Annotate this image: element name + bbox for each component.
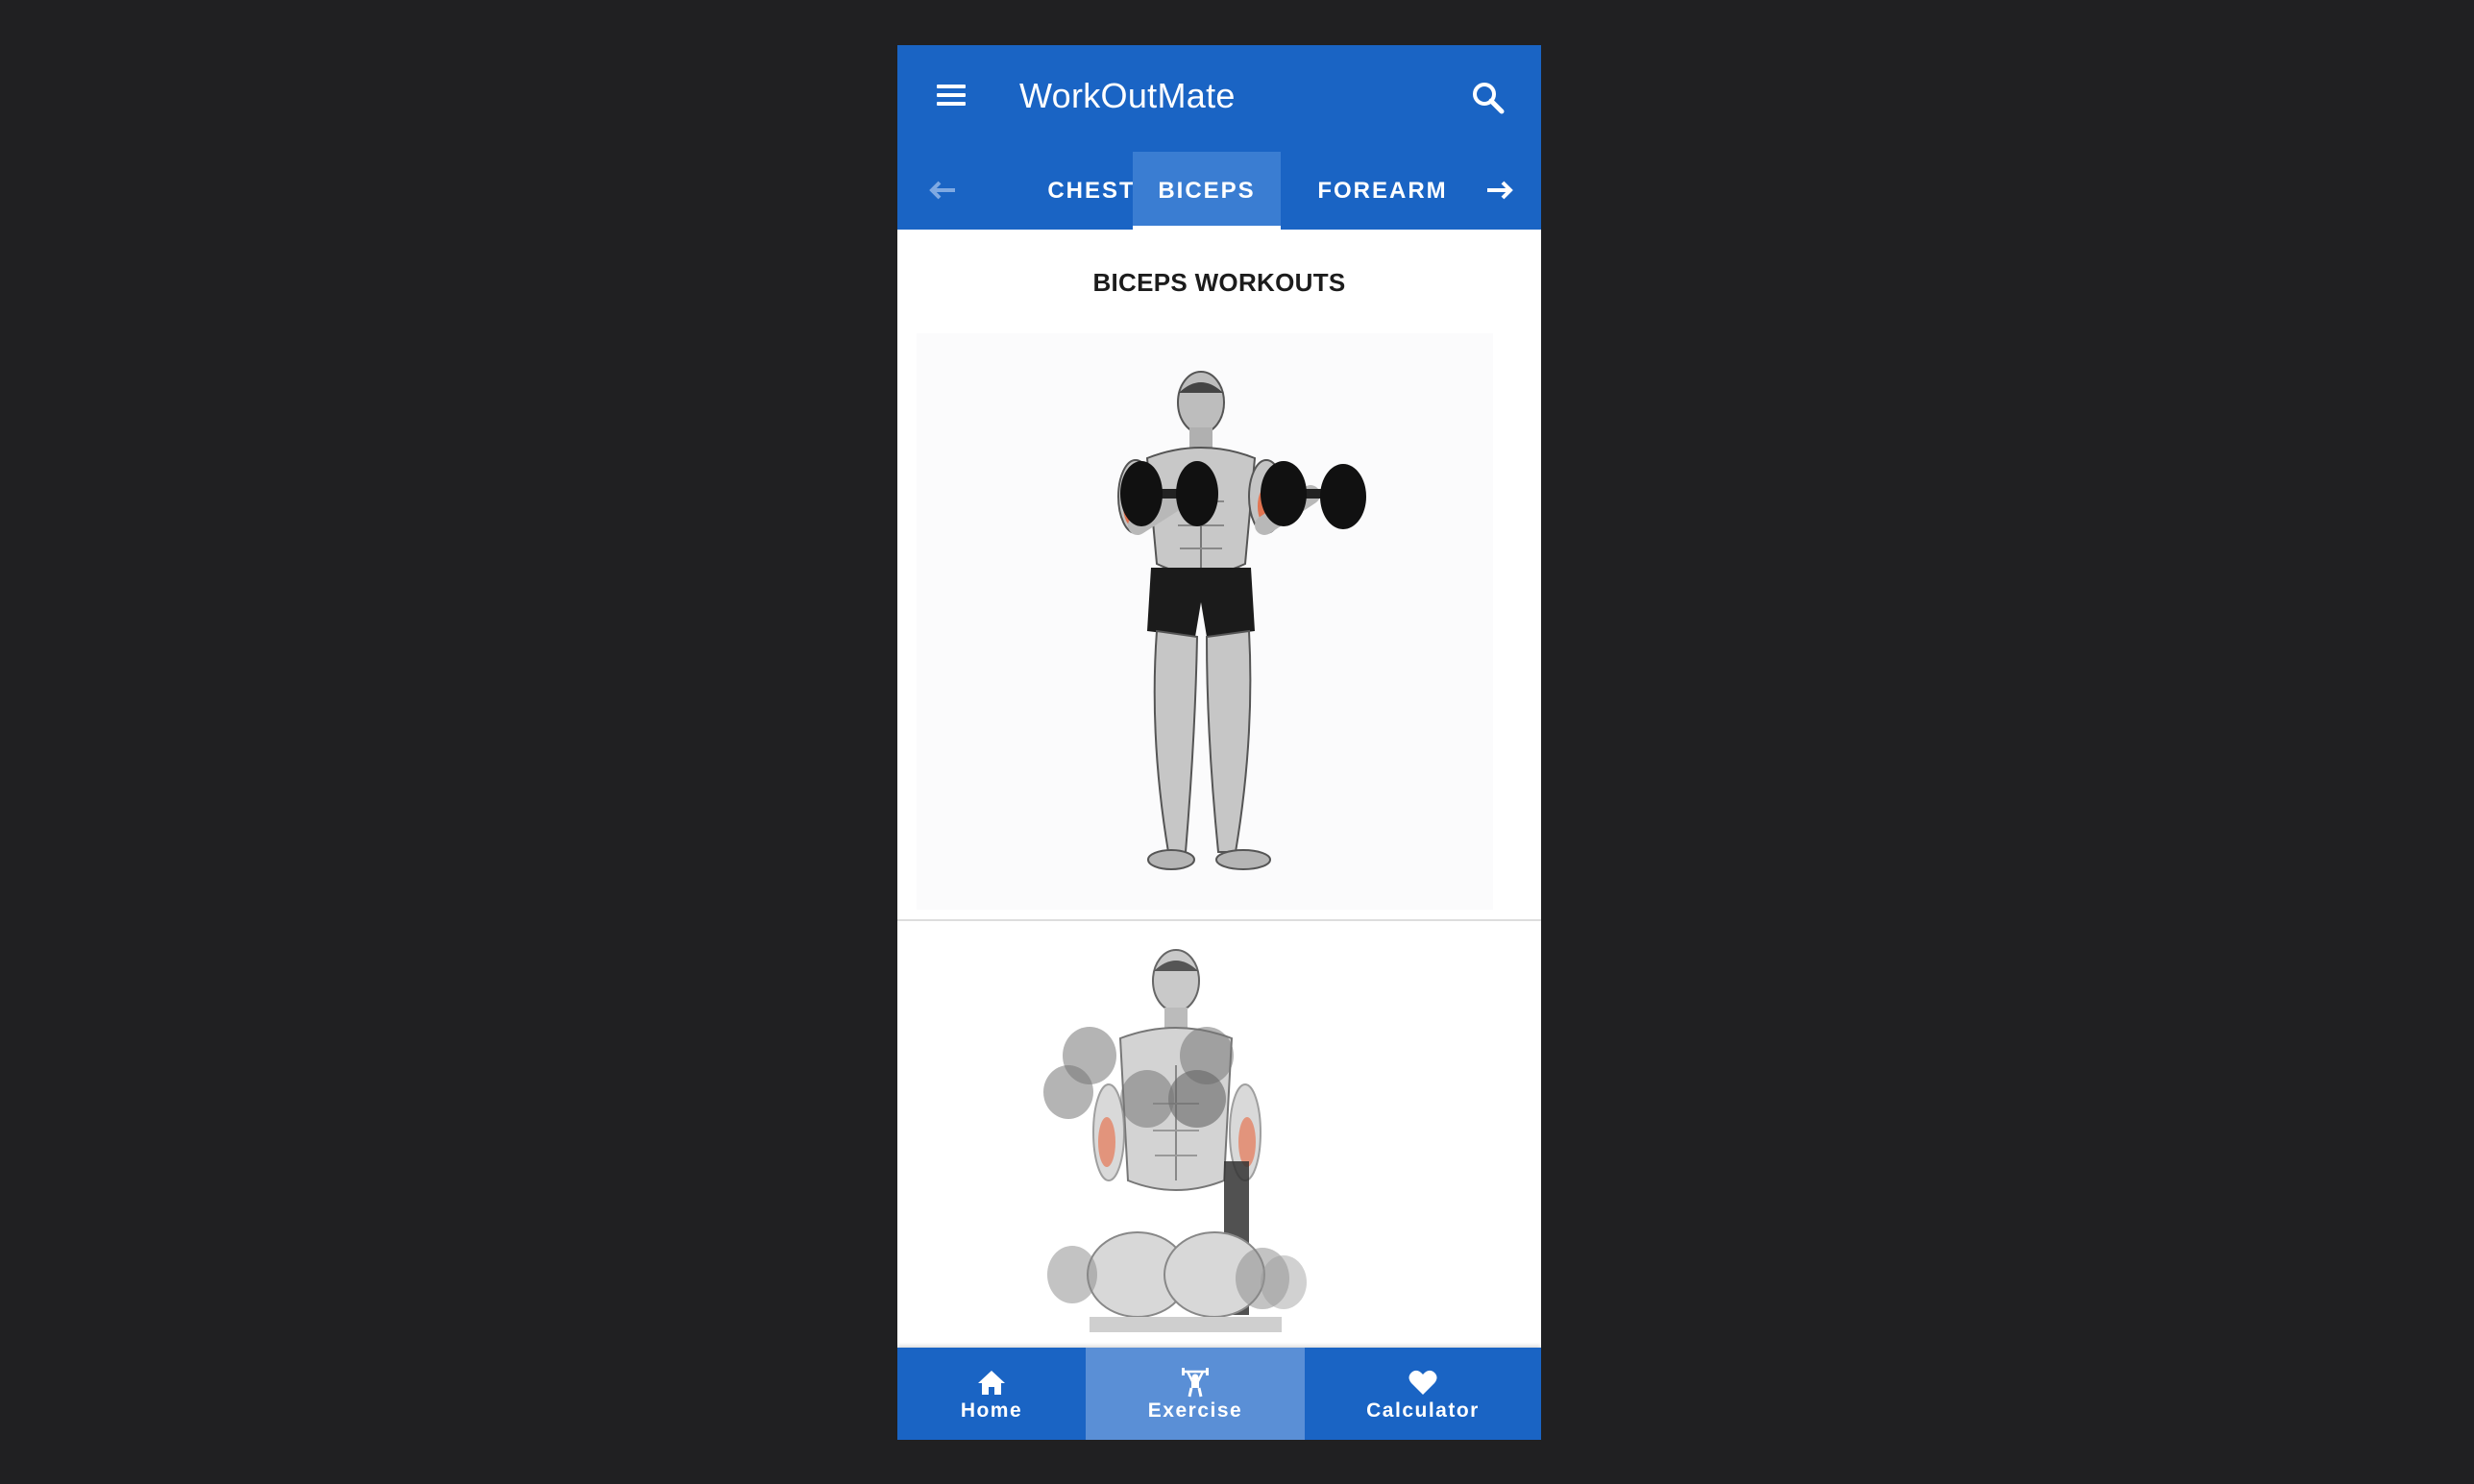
- menu-button[interactable]: [934, 82, 968, 110]
- heart-icon: [1408, 1370, 1437, 1395]
- category-tab-bar: CHEST BICEPS FOREARM: [897, 152, 1541, 230]
- tabs-prev-button[interactable]: [924, 171, 963, 209]
- menu-icon-line: [937, 85, 966, 88]
- nav-calculator-label: Calculator: [1366, 1399, 1480, 1422]
- menu-icon-line: [937, 93, 966, 97]
- menu-icon-line: [937, 102, 966, 106]
- seated-dumbbell-curl-illustration: [1043, 949, 1307, 1332]
- arrow-right-icon: [1487, 181, 1513, 200]
- home-icon: [978, 1371, 1005, 1395]
- nav-home[interactable]: Home: [897, 1348, 1086, 1440]
- nav-home-label: Home: [960, 1399, 1023, 1422]
- nav-exercise[interactable]: Exercise: [1086, 1348, 1305, 1440]
- tabs-next-button[interactable]: [1480, 171, 1518, 209]
- tab-forearm[interactable]: FOREARM: [1301, 152, 1464, 230]
- exercise-card[interactable]: [897, 333, 1541, 921]
- exercise-card[interactable]: [897, 921, 1541, 1393]
- top-app-bar: WorkOutMate: [897, 45, 1541, 152]
- standing-dumbbell-curl-illustration: [1117, 371, 1366, 870]
- app-title: WorkOutMate: [1019, 76, 1236, 115]
- nav-calculator[interactable]: Calculator: [1305, 1348, 1541, 1440]
- tab-biceps[interactable]: BICEPS: [1133, 152, 1281, 230]
- section-title: BICEPS WORKOUTS: [1092, 268, 1346, 297]
- exercise-list[interactable]: BICEPS WORKOUTS: [897, 230, 1541, 1393]
- search-icon: [1473, 83, 1505, 114]
- weightlifter-icon: [1182, 1368, 1209, 1398]
- arrow-left-icon: [929, 181, 955, 200]
- nav-exercise-label: Exercise: [1147, 1399, 1243, 1422]
- bottom-navigation: Home Exercise Calculator: [897, 1348, 1541, 1440]
- search-button[interactable]: [1469, 79, 1507, 117]
- app-screen: WorkOutMate CHEST BICEPS FOREARM BICEPS …: [897, 45, 1541, 1440]
